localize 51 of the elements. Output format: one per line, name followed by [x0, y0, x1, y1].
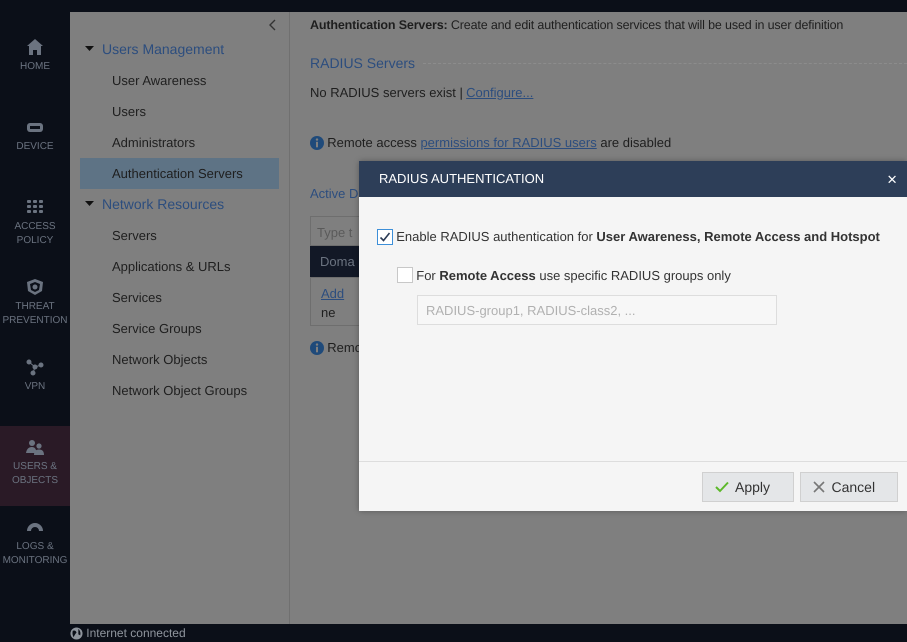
nav-item[interactable]: LOGS & MONITORING: [0, 506, 70, 586]
info-icon: [310, 136, 324, 150]
column-header: Doma: [310, 246, 359, 277]
shield-icon: [26, 278, 44, 296]
globe-icon: [70, 626, 83, 640]
notice-text: Remote access permissions for RADIUS users are disabled: [327, 134, 672, 152]
dialog-title: RADIUS AUTHENTICATION: [379, 170, 544, 188]
nav-item[interactable]: THREAT PREVENTION: [0, 266, 70, 346]
check-icon: [714, 481, 728, 493]
description-text: Authentication Servers: Create and edit authentication services that will be used in user definition: [310, 17, 844, 34]
tree-item[interactable]: Network Objects: [80, 344, 279, 374]
add-text: ne: [321, 305, 336, 320]
nav-item[interactable]: USERS & OBJECTS: [0, 426, 70, 506]
nav-item[interactable]: DEVICE: [0, 106, 70, 186]
dialog-button[interactable]: Cancel: [800, 472, 898, 502]
option-label: Enable RADIUS authentication for User Awareness, Remote Access and Hotspot: [396, 228, 880, 246]
gauge-icon: [26, 523, 44, 531]
grid-icon: [26, 198, 44, 216]
dialog-button[interactable]: Apply: [702, 472, 794, 502]
tree-item[interactable]: Services: [80, 282, 279, 312]
tree-item[interactable]: Service Groups: [80, 312, 279, 344]
section-heading: Active D: [310, 186, 358, 201]
status-text: Internet connected: [86, 625, 186, 642]
close-icon: [813, 481, 825, 493]
tree-item[interactable]: Authentication Servers: [80, 158, 279, 188]
home-icon: [26, 38, 44, 56]
tree-item[interactable]: Servers: [80, 220, 279, 250]
checkbox[interactable]: [377, 228, 393, 245]
add-link[interactable]: Add: [321, 286, 344, 301]
users-icon: [26, 438, 44, 456]
configure-link[interactable]: Configure...: [466, 82, 534, 102]
nav-item[interactable]: ACCESS POLICY: [0, 186, 70, 266]
nav-item[interactable]: VPN: [0, 346, 70, 426]
tree-item[interactable]: Applications & URLs: [80, 250, 279, 282]
group-label[interactable]: Users Management: [102, 40, 224, 56]
tree-item[interactable]: Network Object Groups: [80, 374, 279, 406]
section-heading: RADIUS Servers: [310, 54, 416, 73]
info-icon: [310, 340, 324, 354]
status-text: No RADIUS servers exist |: [310, 84, 463, 102]
nav-item[interactable]: HOME: [0, 26, 70, 106]
option-label: For Remote Access use specific RADIUS groups only: [416, 266, 731, 285]
permissions-link[interactable]: permissions for RADIUS users: [420, 135, 597, 150]
close-button[interactable]: ×: [887, 170, 897, 188]
tree-group[interactable]: Users Management: [80, 34, 279, 64]
tree-item[interactable]: User Awareness: [80, 64, 279, 96]
tree-item[interactable]: Administrators: [80, 126, 279, 158]
checkbox[interactable]: [397, 267, 413, 284]
tree-group[interactable]: Network Resources: [80, 188, 279, 220]
network-nodes-icon: [26, 358, 44, 376]
group-label[interactable]: Network Resources: [102, 196, 224, 212]
tree-item[interactable]: Users: [80, 96, 279, 126]
